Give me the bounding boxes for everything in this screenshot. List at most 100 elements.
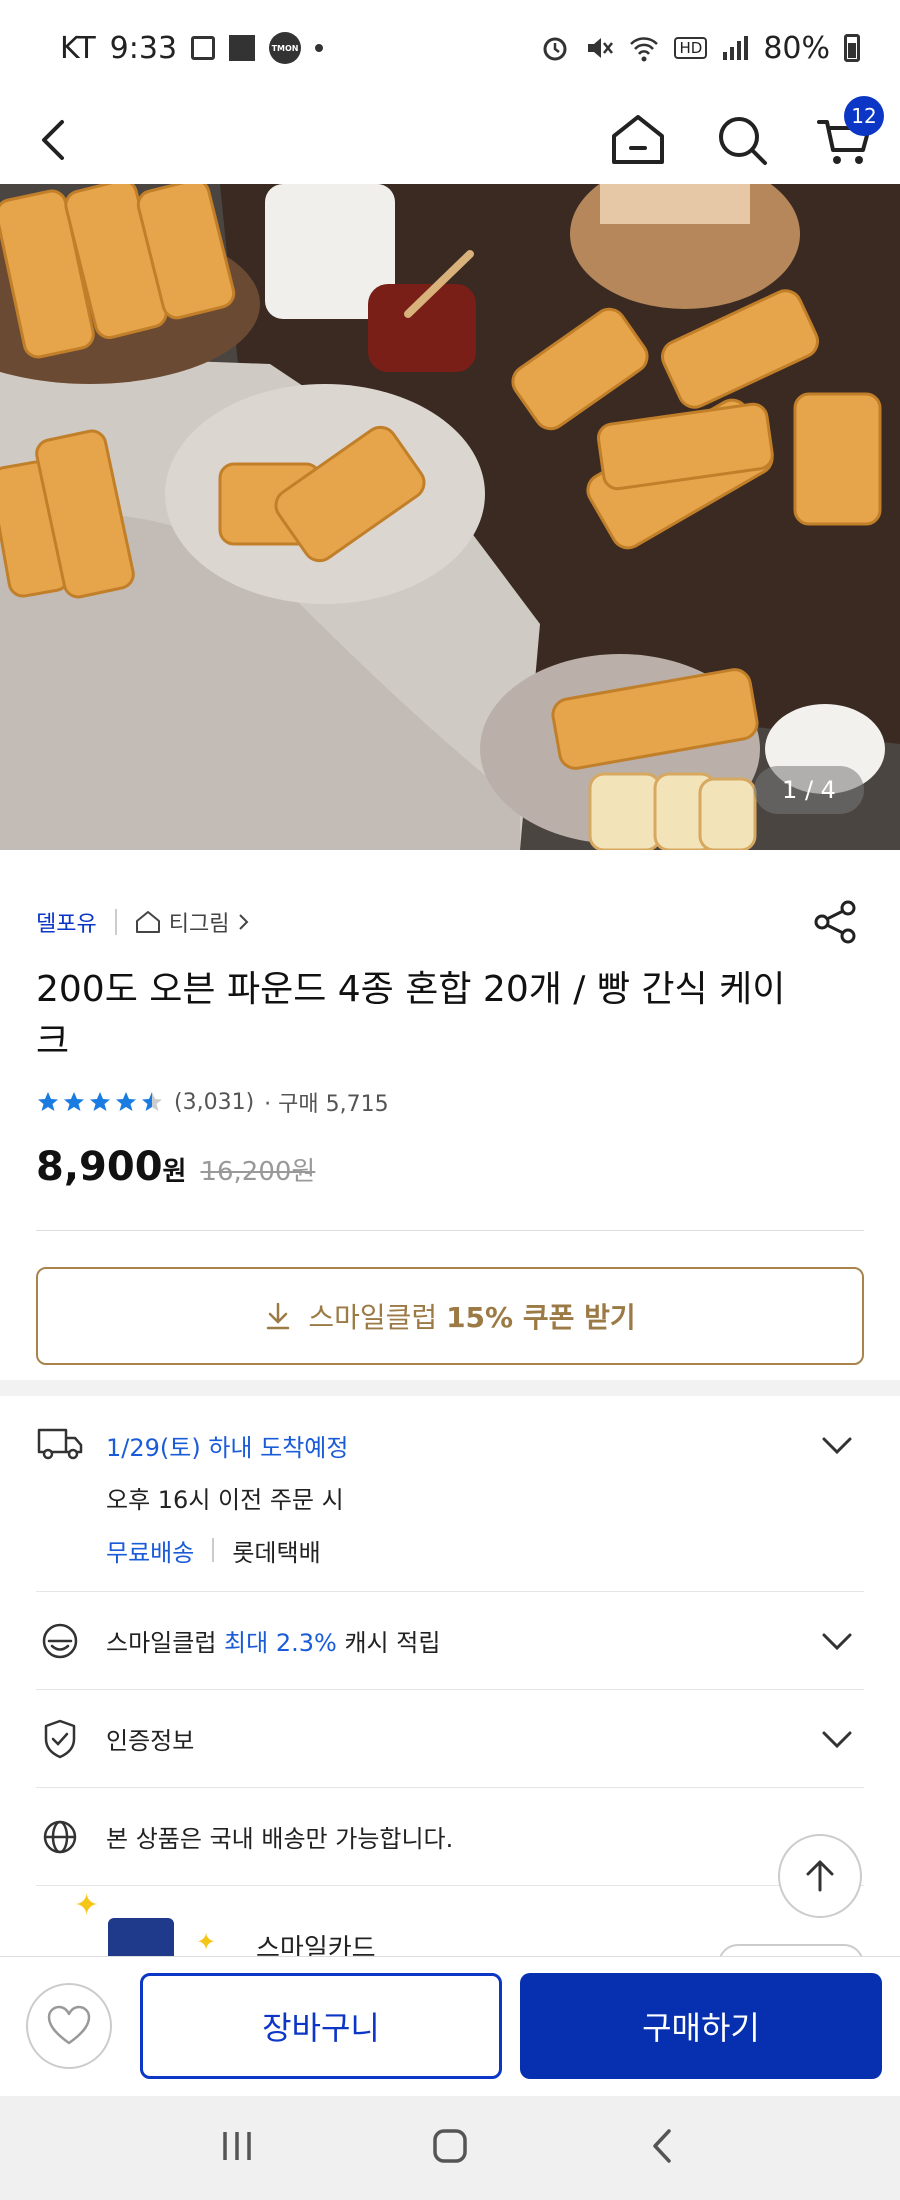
buy-now-button[interactable]: 구매하기 bbox=[520, 1973, 882, 2079]
chevron-down-icon bbox=[822, 1731, 852, 1749]
original-price: 16,200원 bbox=[200, 1157, 316, 1187]
battery-percent: 80% bbox=[763, 30, 830, 66]
product-image-carousel[interactable]: 1 / 4 bbox=[0, 184, 900, 850]
home-circle-icon bbox=[433, 2129, 467, 2163]
more-notifications-icon bbox=[315, 44, 324, 52]
cashback-prefix: 스마일클럽 bbox=[106, 1629, 217, 1657]
home-system-button[interactable] bbox=[430, 2126, 470, 2170]
hd-voice-icon: HD bbox=[674, 37, 708, 59]
purchase-count: · 구매 5,715 bbox=[264, 1092, 389, 1117]
back-button[interactable] bbox=[14, 96, 94, 184]
star-icon bbox=[38, 1092, 58, 1111]
gallery-notification-icon bbox=[191, 36, 216, 60]
price-row: 8,900원 16,200원 bbox=[36, 1144, 864, 1204]
wishlist-button[interactable] bbox=[26, 1983, 112, 2069]
certification-label: 인증정보 bbox=[106, 1727, 195, 1755]
store-link[interactable]: 티그림 bbox=[135, 906, 252, 938]
rating-row[interactable]: (3,031) · 구매 5,715 bbox=[36, 1082, 864, 1122]
review-count: (3,031) bbox=[174, 1089, 255, 1115]
download-icon bbox=[267, 1302, 290, 1330]
alarm-icon bbox=[543, 37, 567, 61]
star-icon bbox=[90, 1092, 110, 1111]
info-rows: 1/29(토) 하내 도착예정 오후 16시 이전 주문 시 무료배송 롯데택배… bbox=[0, 1396, 900, 1886]
free-shipping-label: 무료배송 bbox=[106, 1538, 195, 1567]
product-info: 델포유 티그림 200도 오븐 파운드 4종 혼합 20개 / 빵 간식 케이크… bbox=[0, 850, 900, 1365]
tmon-notification-icon: TMON bbox=[269, 32, 302, 64]
section-divider bbox=[0, 1380, 900, 1396]
mute-icon bbox=[588, 38, 614, 58]
system-nav-bar bbox=[0, 2096, 900, 2200]
cart-button[interactable]: 12 bbox=[804, 96, 884, 184]
coupon-text: 스마일클럽 15% 쿠폰 받기 bbox=[308, 1296, 635, 1336]
domestic-shipping-row: 본 상품은 국내 배송만 가능합니다. bbox=[36, 1788, 864, 1886]
app-notification-icon bbox=[229, 35, 256, 61]
coupon-prefix: 스마일클럽 bbox=[308, 1301, 438, 1334]
seller-row: 델포유 티그림 bbox=[36, 902, 864, 942]
cart-count-badge: 12 bbox=[844, 96, 884, 136]
shipping-info: 무료배송 롯데택배 bbox=[106, 1532, 348, 1568]
search-button[interactable] bbox=[702, 96, 782, 184]
home-icon bbox=[612, 115, 664, 164]
heart-icon bbox=[47, 2005, 91, 2045]
product-title: 200도 오븐 파운드 4종 혼합 20개 / 빵 간식 케이크 bbox=[36, 969, 786, 1062]
card-banner-button[interactable] bbox=[718, 1944, 864, 1956]
shield-check-icon bbox=[44, 1719, 76, 1759]
order-cutoff: 오후 16시 이전 주문 시 bbox=[106, 1486, 344, 1514]
system-back-button[interactable] bbox=[643, 2126, 683, 2170]
price-unit: 원 bbox=[162, 1157, 187, 1187]
share-button[interactable] bbox=[812, 898, 860, 946]
coupon-highlight: 15% 쿠폰 받기 bbox=[446, 1301, 636, 1334]
status-bar: KT 9:33 TMON HD 80% bbox=[0, 0, 900, 96]
smile-card-banner[interactable]: ✦ ✦ 스마일카드 bbox=[0, 1888, 900, 1956]
recent-apps-button[interactable] bbox=[217, 2126, 257, 2170]
card-image bbox=[108, 1918, 174, 1956]
store-name: 티그림 bbox=[168, 912, 230, 937]
status-left: KT 9:33 TMON bbox=[60, 30, 324, 66]
sale-price: 8,900원 bbox=[36, 1144, 186, 1190]
star-rating bbox=[36, 1090, 164, 1114]
delivery-info: 1/29(토) 하내 도착예정 오후 16시 이전 주문 시 무료배송 롯데택배 bbox=[106, 1396, 348, 1591]
home-button[interactable] bbox=[598, 96, 678, 184]
truck-icon bbox=[37, 1428, 83, 1460]
arrow-up-icon bbox=[806, 1860, 834, 1892]
battery-icon bbox=[844, 34, 860, 62]
chevron-right-icon bbox=[239, 914, 249, 930]
signal-icon bbox=[723, 36, 749, 60]
cashback-row[interactable]: 스마일클럽 최대 2.3% 캐시 적립 bbox=[36, 1592, 864, 1690]
bottom-action-bar: 장바구니 구매하기 bbox=[0, 1956, 900, 2096]
cashback-suffix: 캐시 적립 bbox=[344, 1629, 441, 1657]
share-icon bbox=[814, 900, 856, 944]
domestic-shipping-note: 본 상품은 국내 배송만 가능합니다. bbox=[106, 1825, 454, 1853]
card-banner-label: 스마일카드 bbox=[256, 1934, 376, 1956]
seller-link[interactable]: 델포유 bbox=[36, 906, 97, 938]
half-star-icon bbox=[142, 1092, 162, 1111]
certification-row[interactable]: 인증정보 bbox=[36, 1690, 864, 1788]
tmon-label: TMON bbox=[271, 43, 299, 53]
divider bbox=[212, 1538, 215, 1562]
price-value: 8,900 bbox=[36, 1144, 163, 1190]
chevron-down-icon bbox=[822, 1633, 852, 1651]
chevron-down-icon bbox=[822, 1437, 852, 1455]
divider bbox=[36, 1230, 864, 1231]
recent-apps-icon bbox=[222, 2132, 251, 2160]
globe-icon bbox=[43, 1820, 77, 1854]
sparkle-icon: ✦ bbox=[196, 1928, 217, 1956]
back-arrow-icon bbox=[653, 2129, 672, 2163]
delivery-date: 1/29(토) 하내 도착예정 bbox=[106, 1434, 349, 1462]
divider bbox=[114, 909, 117, 935]
status-right: HD 80% bbox=[540, 31, 860, 66]
chevron-left-icon bbox=[42, 120, 64, 160]
star-icon bbox=[64, 1092, 84, 1111]
coupon-download-button[interactable]: 스마일클럽 15% 쿠폰 받기 bbox=[36, 1267, 864, 1365]
add-to-cart-button[interactable]: 장바구니 bbox=[140, 1973, 502, 2079]
top-nav: 12 bbox=[0, 96, 900, 184]
cashback-text: 스마일클럽 최대 2.3% 캐시 적립 bbox=[106, 1623, 440, 1658]
sparkle-icon: ✦ bbox=[74, 1888, 100, 1923]
store-home-icon bbox=[135, 911, 160, 933]
delivery-row[interactable]: 1/29(토) 하내 도착예정 오후 16시 이전 주문 시 무료배송 롯데택배 bbox=[36, 1396, 864, 1592]
image-counter: 1 / 4 bbox=[754, 766, 864, 814]
scroll-to-top-button[interactable] bbox=[778, 1834, 862, 1918]
cashback-rate: 최대 2.3% bbox=[224, 1629, 337, 1657]
carrier-label: KT bbox=[60, 30, 96, 66]
smile-coin-icon bbox=[42, 1623, 78, 1659]
